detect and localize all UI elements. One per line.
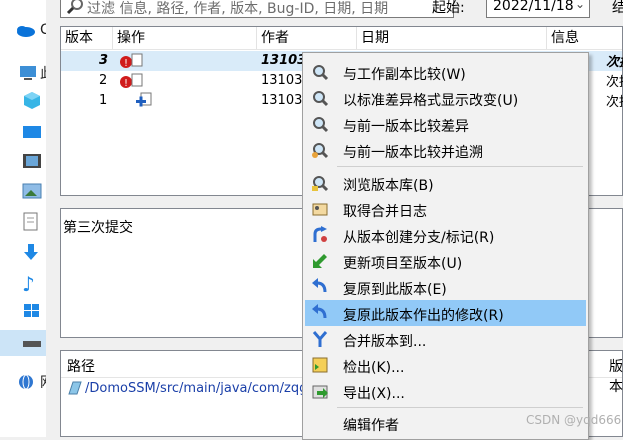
3d-objects-icon[interactable] [22, 90, 44, 110]
changed-path-item[interactable]: /DomoSSM/src/main/java/com/zqg/sp [85, 381, 327, 396]
svg-text:!: ! [124, 78, 128, 89]
videos-icon[interactable] [22, 152, 44, 172]
column-header-revision[interactable]: 版本 [609, 356, 623, 396]
revision-author: 13103 [261, 53, 307, 68]
menu-item-update-to-revision[interactable]: 更新项目至版本(U) [305, 248, 586, 274]
revision-number: 2 [99, 73, 108, 88]
onedrive-icon [14, 22, 36, 42]
menu-item-compare-working-copy[interactable]: 与工作副本比较(W) [305, 59, 586, 85]
revision-number: 1 [99, 93, 108, 108]
added-file-icon [135, 92, 155, 114]
revert-icon [311, 278, 329, 296]
menu-item-repo-browser[interactable]: 浏览版本库(B) [305, 170, 586, 196]
merge-icon [311, 330, 329, 348]
revision-message: 次提交 [606, 75, 623, 90]
revision-number: 3 [99, 53, 109, 68]
header-divider [61, 49, 622, 50]
explorer-nav-pane: C 此 ♪ 网 [0, 0, 54, 437]
context-menu: 与工作副本比较(W) 以标准差异格式显示改变(U) 与前一版本比较差异 与前一版… [302, 52, 589, 440]
windows-drive-icon[interactable] [22, 302, 44, 322]
checkout-icon [311, 356, 329, 374]
menu-item-revert-to-revision[interactable]: 复原到此版本(E) [305, 274, 586, 300]
magnifier-person-icon [311, 141, 329, 159]
merge-log-icon [311, 200, 329, 218]
column-header-revision[interactable]: 版本 [61, 27, 113, 49]
menu-item-checkout[interactable]: 检出(K)... [305, 352, 586, 378]
svn-log-dialog: 过滤 信息, 路径, 作者, 版本, Bug-ID, 日期, 日期 起始: 20… [46, 0, 623, 440]
menu-item-revert-changes-from-revision[interactable]: 复原此版本作出的修改(R) [305, 300, 586, 326]
pictures-icon[interactable] [22, 182, 44, 202]
menu-separator [337, 407, 583, 408]
menu-item-blame-previous[interactable]: 与前一版本比较并追溯 [305, 137, 586, 163]
menu-item-merge-revision[interactable]: 合并版本到... [305, 326, 586, 352]
magnifier-icon [311, 89, 329, 107]
menu-item-show-unified-diff[interactable]: 以标准差异格式显示改变(U) [305, 85, 586, 111]
java-file-icon [67, 380, 83, 400]
drive-icon[interactable] [22, 336, 44, 356]
magnifier-icon [311, 115, 329, 133]
repo-browser-icon [311, 174, 329, 192]
column-header-author[interactable]: 作者 [257, 27, 357, 49]
documents-icon[interactable] [22, 212, 44, 232]
search-icon [65, 0, 85, 19]
downloads-icon[interactable] [22, 242, 44, 262]
export-icon [311, 382, 329, 400]
this-pc-icon [18, 64, 40, 84]
end-date-label: 结 [612, 0, 623, 16]
column-header-message[interactable]: 信息 [547, 27, 623, 49]
log-message-text: 第三次提交 [63, 220, 133, 236]
desktop-icon[interactable] [22, 124, 44, 144]
start-date-value: 2022/11/18 [493, 0, 574, 14]
column-header-path[interactable]: 路径 [67, 356, 95, 376]
watermark: CSDN @yqd666 [526, 413, 622, 427]
menu-item-compare-previous[interactable]: 与前一版本比较差异 [305, 111, 586, 137]
music-icon[interactable]: ♪ [22, 272, 44, 296]
menu-item-merge-log[interactable]: 取得合并日志 [305, 196, 586, 222]
revision-message: 次提交 [606, 95, 623, 110]
network-icon [16, 373, 38, 393]
menu-item-create-branch-tag[interactable]: 从版本创建分支/标记(R) [305, 222, 586, 248]
chevron-down-icon[interactable]: ⌄ [575, 0, 585, 11]
update-arrow-icon [311, 252, 329, 270]
menu-separator [337, 166, 583, 167]
start-date-label: 起始: [432, 0, 465, 16]
filter-placeholder: 过滤 信息, 路径, 作者, 版本, Bug-ID, 日期, 日期 [87, 1, 389, 17]
magnifier-icon [311, 63, 329, 81]
column-header-date[interactable]: 日期 [357, 27, 547, 49]
revert-icon [311, 304, 329, 322]
menu-item-export[interactable]: 导出(X)... [305, 378, 586, 404]
column-header-action[interactable]: 操作 [113, 27, 257, 49]
start-date-picker[interactable]: 2022/11/18 ⌄ [486, 0, 590, 18]
filter-input[interactable]: 过滤 信息, 路径, 作者, 版本, Bug-ID, 日期, 日期 [60, 0, 454, 18]
svg-text:!: ! [124, 58, 128, 69]
branch-icon [311, 226, 329, 244]
revision-message: 次提交 [606, 55, 623, 70]
